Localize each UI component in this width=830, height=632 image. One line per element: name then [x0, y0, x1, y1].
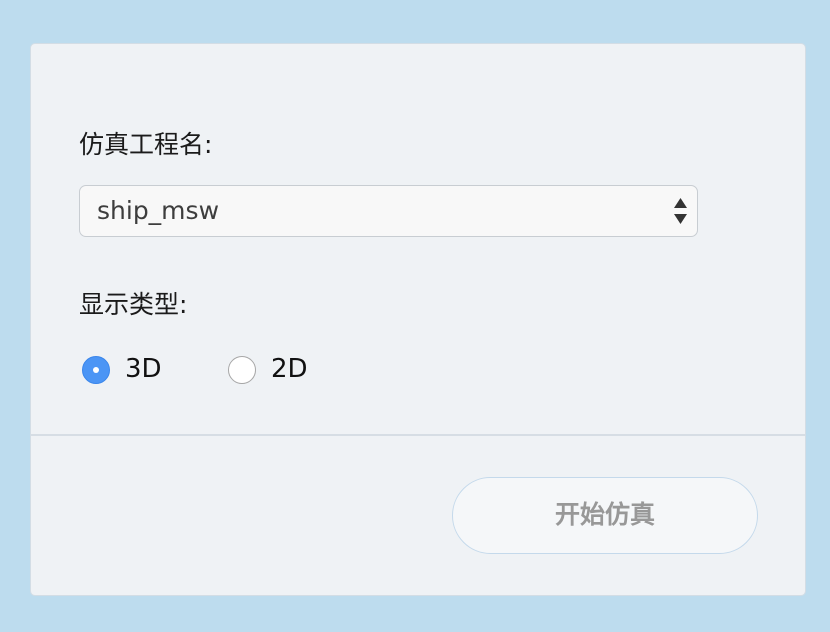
- radio-option-3d[interactable]: 3D: [82, 351, 192, 385]
- radio-label-3d: 3D: [125, 354, 162, 384]
- section-divider: [31, 434, 805, 436]
- project-name-label: 仿真工程名:: [79, 130, 213, 159]
- project-select-value: ship_msw: [97, 196, 220, 225]
- project-select[interactable]: ship_msw: [79, 185, 698, 237]
- start-simulation-button[interactable]: 开始仿真: [452, 477, 758, 554]
- radio-unselected-icon[interactable]: [228, 356, 256, 384]
- simulation-settings-card: 仿真工程名: ship_msw 显示类型: 3D 2D 开始仿真: [30, 43, 806, 596]
- radio-selected-icon[interactable]: [82, 356, 110, 384]
- radio-label-2d: 2D: [271, 354, 308, 384]
- display-type-radio-group: 3D 2D: [82, 351, 382, 385]
- radio-option-2d[interactable]: 2D: [228, 351, 348, 385]
- display-type-label: 显示类型:: [79, 290, 188, 319]
- up-down-caret-icon: [673, 197, 688, 225]
